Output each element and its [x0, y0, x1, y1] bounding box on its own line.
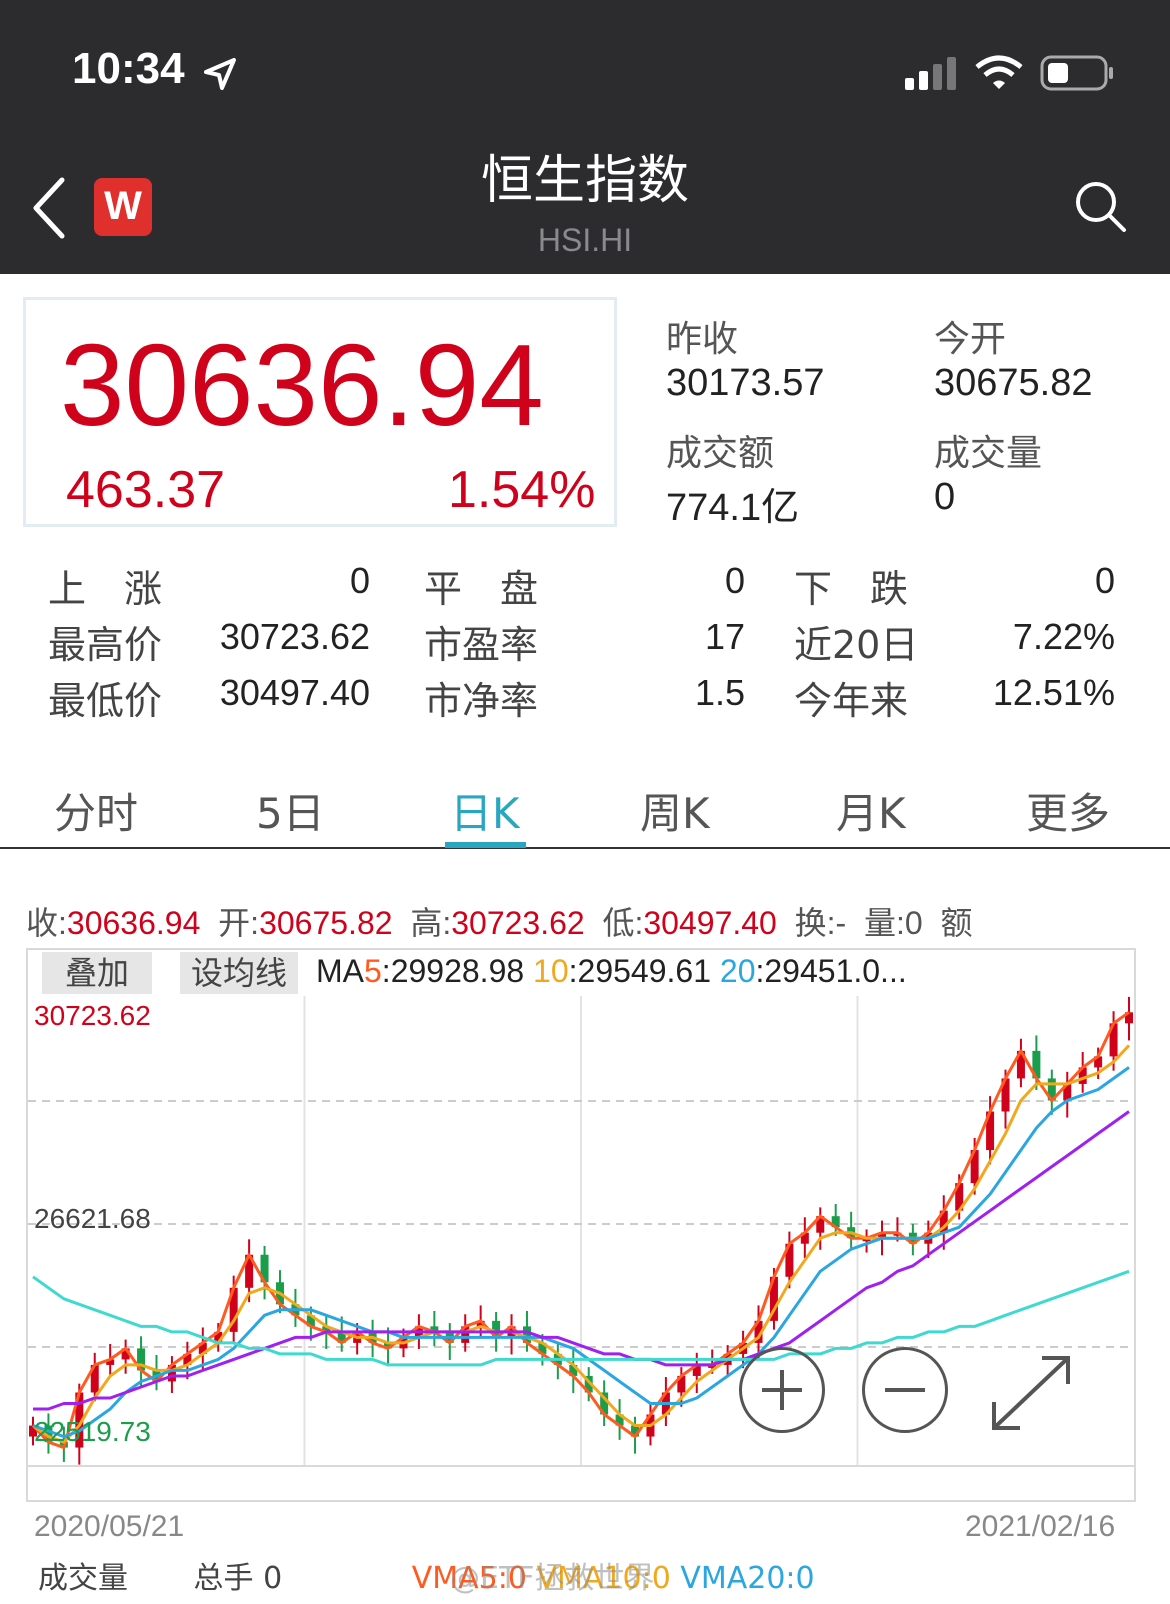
- tab-monthly-k[interactable]: 月K: [836, 780, 906, 841]
- ohlc-open: 30675.82: [259, 905, 393, 941]
- ma-values-row: MA5:29928.98 10:29549.61 20:29451.0...: [316, 953, 907, 990]
- stat-value: 0: [1094, 560, 1115, 601]
- open-label: 今开: [934, 319, 1007, 360]
- prev-close-value: 30173.57: [666, 362, 825, 404]
- ohlc-volume-label: 量:: [863, 905, 905, 941]
- tab-more[interactable]: 更多: [1026, 780, 1110, 841]
- volume-row-label: 成交量: [38, 1561, 128, 1596]
- open-value: 30675.82: [934, 362, 1093, 404]
- stat-value: 1.5: [694, 672, 745, 713]
- ohlc-low-label: 低:: [602, 905, 644, 941]
- total-hands: 总手 0: [193, 1561, 283, 1596]
- x-start-date: 2020/05/21: [34, 1510, 185, 1543]
- set-ma-button[interactable]: 设均线: [180, 952, 298, 994]
- stat-value: 0: [724, 560, 745, 601]
- ohlc-high-label: 高:: [410, 905, 452, 941]
- status-time: 10:34: [72, 44, 185, 93]
- volume-row: 成交量 总手 0 VMA5:0 VMA10:0 VMA20:0: [38, 1553, 815, 1597]
- stat-label: 上 涨: [48, 567, 163, 611]
- stat-value: 7.22%: [1012, 616, 1115, 657]
- zoom-in-button[interactable]: [739, 1347, 825, 1433]
- ma20-period: 20: [719, 953, 756, 989]
- tab-daily-k[interactable]: 日K: [450, 780, 520, 841]
- tab-active-indicator: [445, 842, 526, 848]
- price-change: 463.37: [66, 461, 226, 519]
- volume-label: 成交量: [934, 433, 1043, 474]
- stat-label: 近20日: [794, 623, 919, 667]
- ohlc-volume: 0: [904, 905, 923, 941]
- ohlc-row: 收:30636.94 开:30675.82 高:30723.62 低:30497…: [26, 898, 972, 944]
- tab-5day[interactable]: 5日: [256, 780, 325, 841]
- ohlc-turnover-label: 换:: [794, 905, 836, 941]
- wifi-icon: [975, 55, 1023, 89]
- y-mid-label: 26621.68: [34, 1203, 151, 1234]
- stat-label: 市盈率: [424, 623, 539, 667]
- ma5-period: 5: [364, 953, 382, 989]
- minus-icon: [885, 1388, 925, 1392]
- price-change-percent: 1.54%: [448, 461, 596, 519]
- tab-divider: [0, 847, 1170, 849]
- stat-label: 下 跌: [794, 567, 909, 611]
- turnover-value: 774.1亿: [666, 487, 800, 529]
- watermark: @ETF拯救世界: [450, 1561, 655, 1596]
- ma20-value: :29451.0...: [755, 953, 907, 989]
- tab-intraday[interactable]: 分时: [54, 780, 138, 841]
- fullscreen-icon[interactable]: [986, 1350, 1076, 1436]
- ohlc-extra: 额: [940, 905, 973, 941]
- stat-label: 平 盘: [424, 567, 539, 611]
- stat-label: 市净率: [424, 679, 539, 723]
- last-price: 30636.94: [60, 320, 544, 450]
- ohlc-open-label: 开:: [218, 905, 260, 941]
- ticker-code: HSI.HI: [537, 222, 633, 258]
- stat-label: 最高价: [48, 623, 163, 667]
- signal-icon: [905, 57, 956, 90]
- location-arrow-icon: [204, 58, 236, 90]
- battery-icon: [1040, 55, 1113, 91]
- zoom-out-button[interactable]: [862, 1347, 948, 1433]
- stat-value: 17: [704, 616, 745, 657]
- stat-label: 今年来: [794, 679, 909, 723]
- stat-value: 30497.40: [219, 672, 370, 713]
- plus-icon: [762, 1370, 802, 1410]
- ohlc-high: 30723.62: [451, 905, 585, 941]
- prev-close-label: 昨收: [666, 319, 739, 360]
- stat-value: 30723.62: [219, 616, 370, 657]
- y-min-label: 22519.73: [34, 1416, 151, 1447]
- y-max-label: 30723.62: [34, 1000, 151, 1031]
- ma10-value: :29549.61: [568, 953, 711, 989]
- turnover-label: 成交额: [666, 433, 775, 474]
- ma5-prefix: MA: [316, 953, 364, 989]
- overlay-button[interactable]: 叠加: [42, 952, 152, 994]
- ohlc-close: 30636.94: [66, 905, 201, 941]
- volume-value: 0: [934, 476, 956, 518]
- stat-label: 最低价: [48, 679, 163, 723]
- x-end-date: 2021/02/16: [965, 1510, 1116, 1543]
- ohlc-close-label: 收:: [26, 905, 67, 941]
- ohlc-low: 30497.40: [643, 905, 777, 941]
- page-title: 恒生指数: [480, 151, 689, 211]
- ohlc-turnover: -: [835, 905, 847, 941]
- vma20: VMA20:0: [680, 1561, 815, 1596]
- stat-value: 12.51%: [992, 672, 1115, 713]
- ma10-period: 10: [533, 953, 569, 989]
- kline-chart[interactable]: [28, 996, 1134, 1500]
- search-icon[interactable]: [1074, 180, 1128, 234]
- ma5-value: :29928.98: [381, 953, 525, 989]
- stat-value: 0: [349, 560, 370, 601]
- tab-weekly-k[interactable]: 周K: [640, 780, 710, 841]
